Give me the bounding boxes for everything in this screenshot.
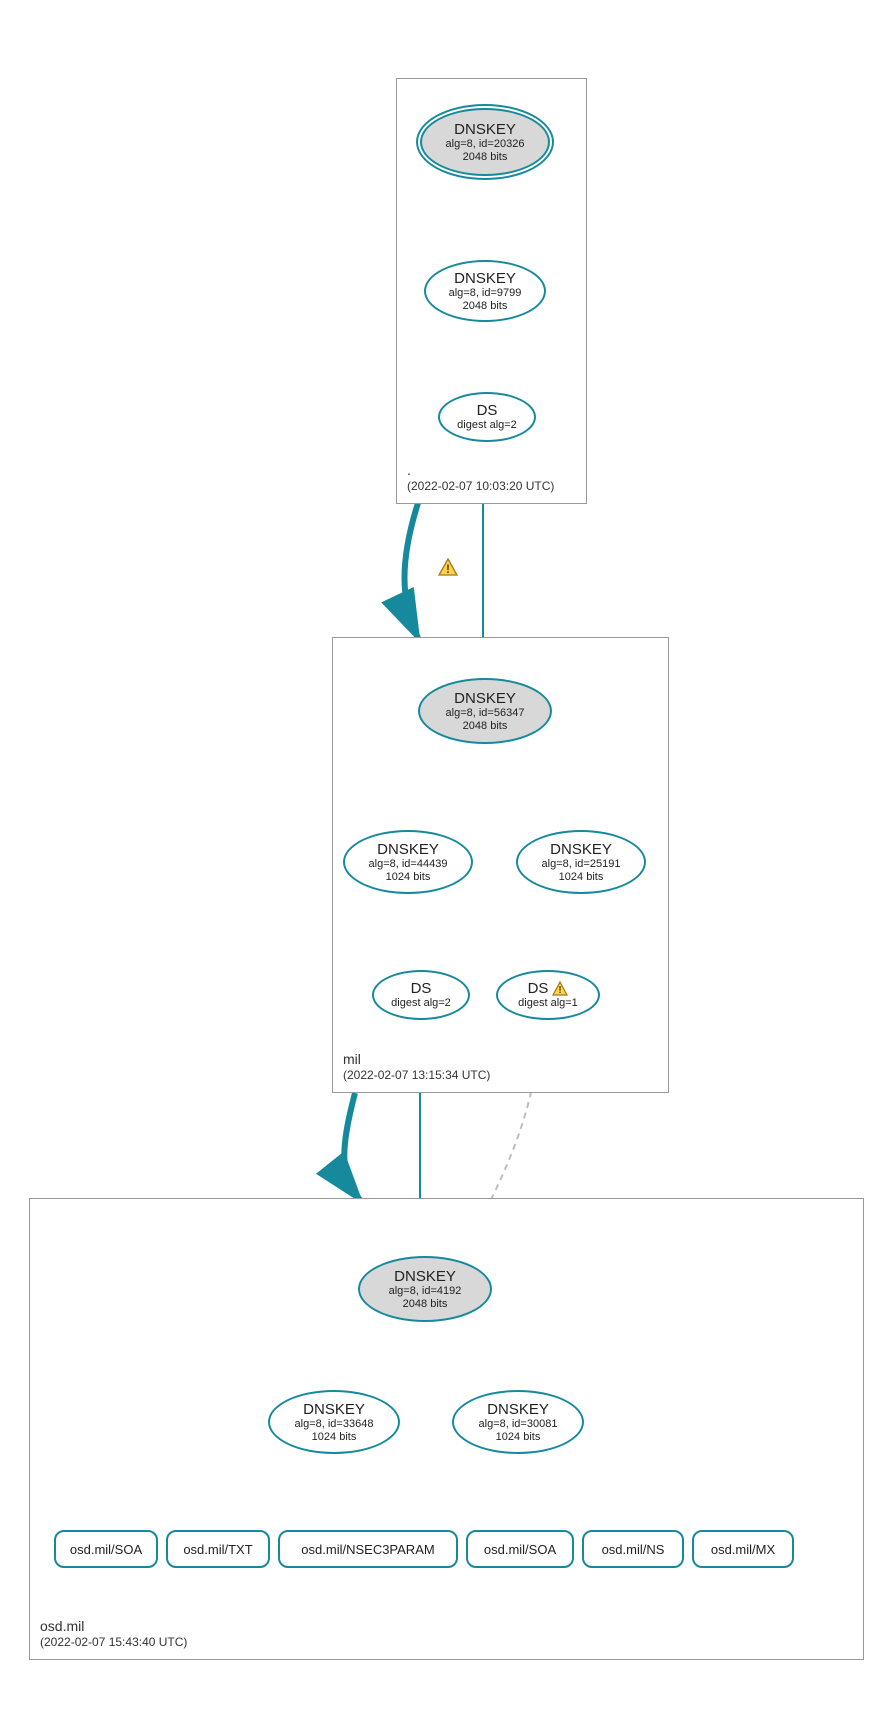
rr-osd-ns[interactable]: osd.mil/NS bbox=[582, 1530, 684, 1568]
node-line2: alg=8, id=30081 bbox=[479, 1418, 558, 1431]
node-mil-zsk2[interactable]: DNSKEY alg=8, id=25191 1024 bits bbox=[516, 830, 646, 894]
node-line2: alg=8, id=44439 bbox=[369, 858, 448, 871]
node-line2: alg=8, id=56347 bbox=[446, 707, 525, 720]
node-title: DNSKEY bbox=[303, 1401, 365, 1418]
node-line3: 2048 bits bbox=[463, 720, 508, 733]
warning-icon: ! bbox=[552, 981, 568, 996]
zone-root-name: . bbox=[407, 461, 554, 479]
node-osd-zsk1[interactable]: DNSKEY alg=8, id=33648 1024 bits bbox=[268, 1390, 400, 1454]
zone-osd-label: osd.mil (2022-02-07 15:43:40 UTC) bbox=[40, 1617, 187, 1651]
node-line3: 2048 bits bbox=[463, 151, 508, 164]
zone-mil-timestamp: (2022-02-07 13:15:34 UTC) bbox=[343, 1068, 490, 1084]
node-title: DS bbox=[477, 402, 498, 419]
node-title: DNSKEY bbox=[487, 1401, 549, 1418]
node-line3: 1024 bits bbox=[386, 871, 431, 884]
zone-mil-label: mil (2022-02-07 13:15:34 UTC) bbox=[343, 1050, 490, 1084]
warning-icon: ! bbox=[438, 558, 458, 576]
node-root-ds[interactable]: DS digest alg=2 bbox=[438, 392, 536, 442]
zone-osd-name: osd.mil bbox=[40, 1617, 187, 1635]
node-line2: alg=8, id=33648 bbox=[295, 1418, 374, 1431]
node-mil-zsk1[interactable]: DNSKEY alg=8, id=44439 1024 bits bbox=[343, 830, 473, 894]
node-title: DS bbox=[411, 980, 432, 997]
node-line2: alg=8, id=20326 bbox=[446, 138, 525, 151]
node-mil-ds1[interactable]: DS digest alg=2 bbox=[372, 970, 470, 1020]
node-osd-zsk2[interactable]: DNSKEY alg=8, id=30081 1024 bits bbox=[452, 1390, 584, 1454]
node-osd-ksk[interactable]: DNSKEY alg=8, id=4192 2048 bits bbox=[358, 1256, 492, 1322]
zone-root-timestamp: (2022-02-07 10:03:20 UTC) bbox=[407, 479, 554, 495]
zone-osd-timestamp: (2022-02-07 15:43:40 UTC) bbox=[40, 1635, 187, 1651]
node-line2: alg=8, id=25191 bbox=[542, 858, 621, 871]
node-line3: 2048 bits bbox=[463, 300, 508, 313]
svg-text:!: ! bbox=[446, 562, 450, 576]
node-line3: 1024 bits bbox=[559, 871, 604, 884]
rr-osd-nsec3param[interactable]: osd.mil/NSEC3PARAM bbox=[278, 1530, 458, 1568]
node-mil-ds2[interactable]: DS ! digest alg=1 bbox=[496, 970, 600, 1020]
node-title: DNSKEY bbox=[394, 1268, 456, 1285]
zone-root-label: . (2022-02-07 10:03:20 UTC) bbox=[407, 461, 554, 495]
node-title: DNSKEY bbox=[454, 690, 516, 707]
node-line2: alg=8, id=9799 bbox=[449, 287, 522, 300]
node-root-zsk[interactable]: DNSKEY alg=8, id=9799 2048 bits bbox=[424, 260, 546, 322]
rr-osd-soa-1[interactable]: osd.mil/SOA bbox=[54, 1530, 158, 1568]
node-title: DS bbox=[528, 980, 549, 997]
rr-osd-txt[interactable]: osd.mil/TXT bbox=[166, 1530, 270, 1568]
node-line3: 1024 bits bbox=[312, 1431, 357, 1444]
svg-text:!: ! bbox=[559, 985, 562, 996]
rr-osd-soa-2[interactable]: osd.mil/SOA bbox=[466, 1530, 574, 1568]
rr-osd-mx[interactable]: osd.mil/MX bbox=[692, 1530, 794, 1568]
node-title: DNSKEY bbox=[377, 841, 439, 858]
node-line2: digest alg=2 bbox=[457, 419, 517, 432]
node-line2: digest alg=2 bbox=[391, 997, 451, 1010]
zone-mil-name: mil bbox=[343, 1050, 490, 1068]
node-title: DNSKEY bbox=[550, 841, 612, 858]
node-line3: 2048 bits bbox=[403, 1298, 448, 1311]
node-line2: digest alg=1 bbox=[518, 997, 578, 1010]
node-mil-ksk[interactable]: DNSKEY alg=8, id=56347 2048 bits bbox=[418, 678, 552, 744]
node-line3: 1024 bits bbox=[496, 1431, 541, 1444]
node-line2: alg=8, id=4192 bbox=[389, 1285, 462, 1298]
node-title: DNSKEY bbox=[454, 121, 516, 138]
node-title: DNSKEY bbox=[454, 270, 516, 287]
node-root-ksk[interactable]: DNSKEY alg=8, id=20326 2048 bits bbox=[420, 108, 550, 176]
